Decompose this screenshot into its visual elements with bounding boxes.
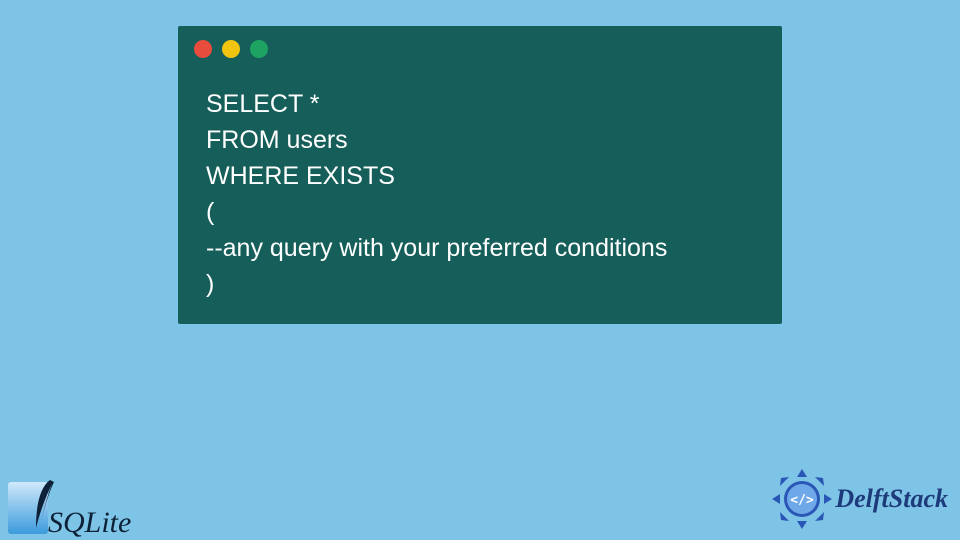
code-content: SELECT * FROM users WHERE EXISTS ( --any… — [206, 86, 667, 302]
code-line: --any query with your preferred conditio… — [206, 234, 667, 262]
window-dot-yellow — [222, 40, 240, 58]
sqlite-box-icon — [8, 482, 48, 534]
sqlite-logo: SQLite — [8, 482, 131, 534]
code-line: ) — [206, 270, 214, 298]
sqlite-text: SQLite — [48, 506, 131, 540]
window-dot-red — [194, 40, 212, 58]
window-dot-green — [250, 40, 268, 58]
delftstack-badge-icon: </> — [771, 468, 833, 530]
code-line: WHERE EXISTS — [206, 162, 395, 190]
svg-text:</>: </> — [791, 493, 815, 508]
code-line: SELECT * — [206, 90, 319, 118]
code-line: FROM users — [206, 126, 348, 154]
code-line: ( — [206, 198, 214, 226]
traffic-lights — [194, 40, 268, 58]
code-window: SELECT * FROM users WHERE EXISTS ( --any… — [178, 26, 782, 324]
delftstack-text: DelftStack — [835, 484, 948, 514]
delftstack-logo: </> DelftStack — [771, 468, 948, 530]
